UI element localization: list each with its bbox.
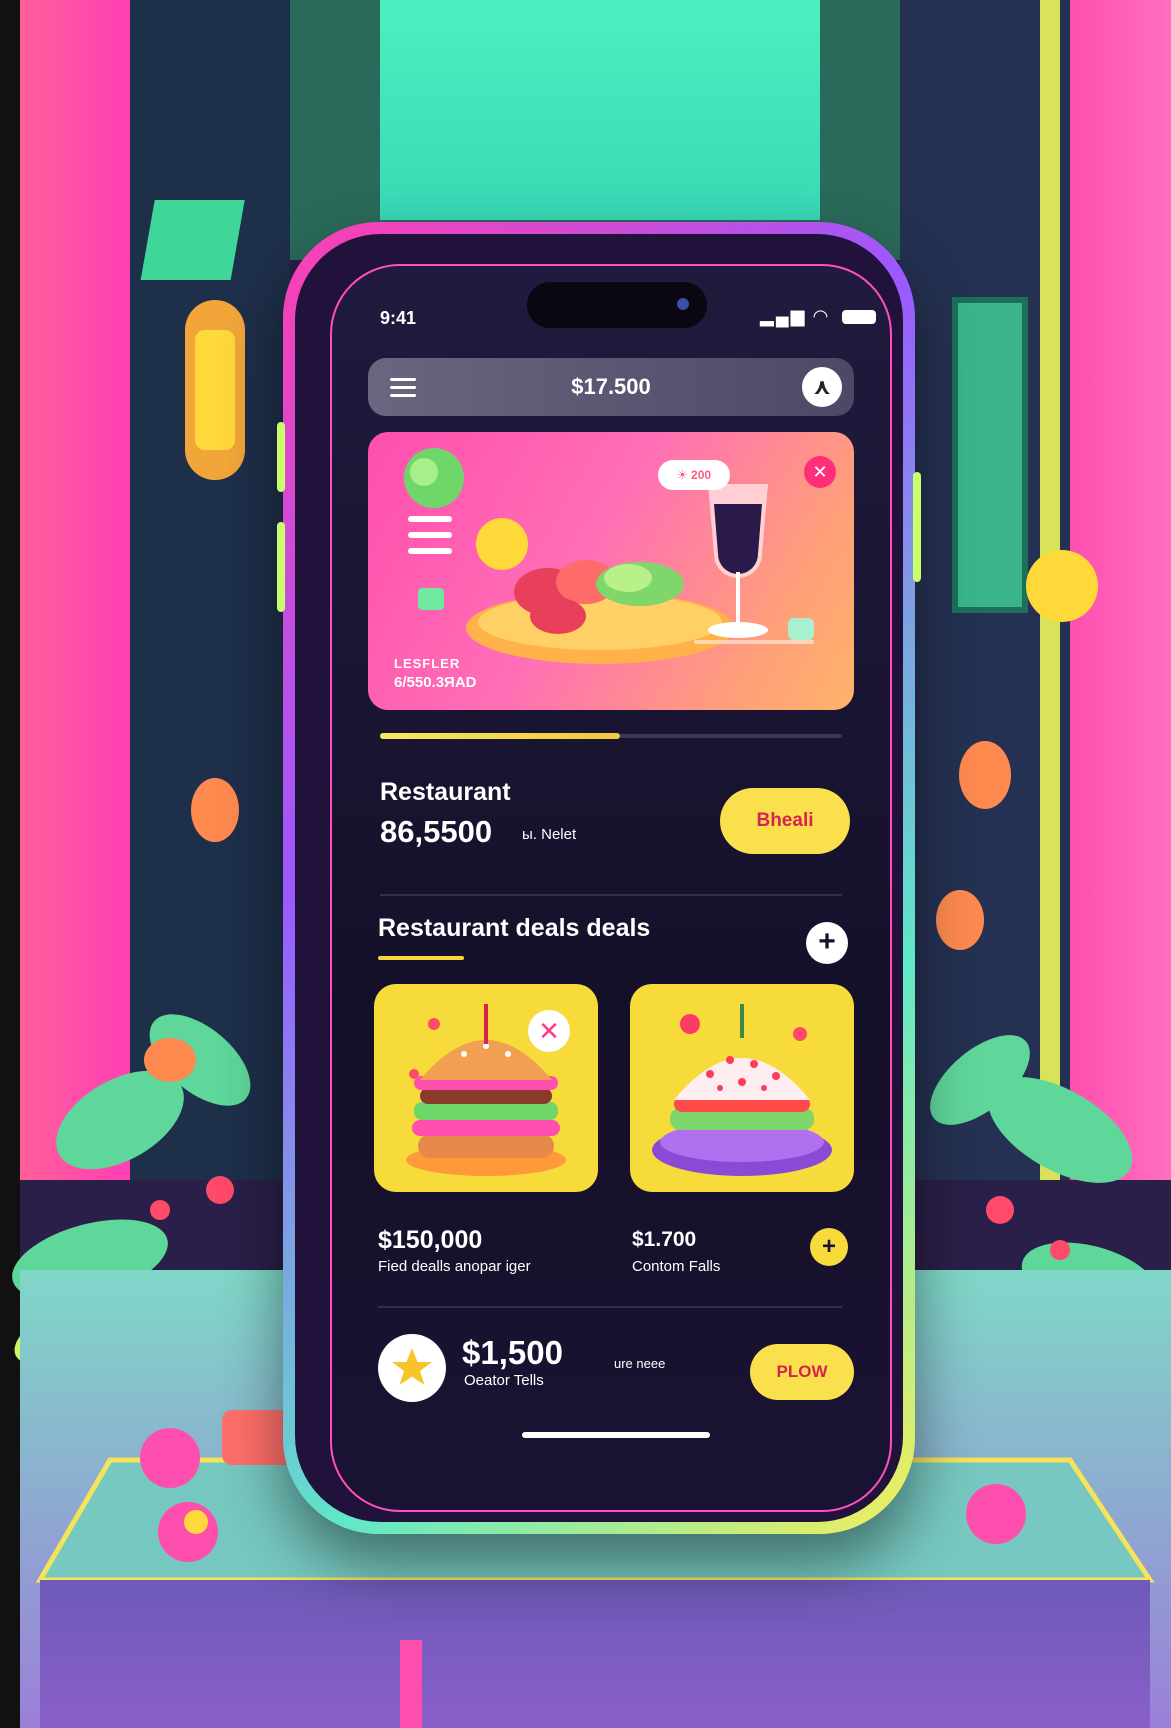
bottom-deal-description: Oeator Tells xyxy=(464,1372,544,1389)
pizza-burger-icon xyxy=(652,1004,832,1176)
restaurant-amount: 86,5500 xyxy=(380,814,493,849)
deal-card-burger[interactable]: ✕ xyxy=(374,984,598,1192)
lambda-icon: ⋏ xyxy=(813,374,831,399)
wifi-icon: ◠ xyxy=(813,306,830,326)
plow-button[interactable]: PLOW xyxy=(750,1344,854,1400)
menu-icon[interactable] xyxy=(390,378,416,397)
restaurant-unit: ы. Nelet xyxy=(522,826,577,843)
app-screen: 9:41 ▂▄▆ ◠ $17.500 ⋏ ☀ 200 ✕ LESFLER 6/5… xyxy=(330,264,892,1512)
progress-bar xyxy=(380,733,842,739)
phone-frame: 9:41 ▂▄▆ ◠ $17.500 ⋏ ☀ 200 ✕ LESFLER 6/5… xyxy=(277,222,921,1534)
phone-bezel: 9:41 ▂▄▆ ◠ $17.500 ⋏ ☀ 200 ✕ LESFLER 6/5… xyxy=(295,234,903,1522)
deal-price: $150,000 xyxy=(378,1226,483,1254)
add-to-cart-button[interactable]: + xyxy=(810,1228,848,1266)
rating-avatar xyxy=(378,1334,446,1402)
balance-amount: $17.500 xyxy=(571,374,651,399)
hero-amount: 6/550.3ЯAD xyxy=(394,674,477,691)
deals-title-underline xyxy=(378,956,464,960)
battery-icon xyxy=(842,310,877,325)
hero-label: LESFLER xyxy=(394,656,461,671)
deal-price: $1.700 xyxy=(632,1228,697,1251)
star-icon xyxy=(392,1348,432,1385)
burger-icon xyxy=(406,1004,566,1176)
bottom-deal-price: $1,500 xyxy=(462,1334,563,1371)
dynamic-island xyxy=(527,282,707,328)
add-deal-button[interactable]: + xyxy=(806,922,848,964)
status-icons: ▂▄▆ ◠ xyxy=(760,306,877,327)
top-bar: $17.500 ⋏ xyxy=(368,358,854,416)
close-icon[interactable]: ✕ xyxy=(804,456,836,488)
restaurant-title: Restaurant xyxy=(380,778,511,806)
home-indicator[interactable] xyxy=(522,1432,710,1438)
deals-section-title: Restaurant deals deals xyxy=(378,914,651,942)
remove-deal-icon[interactable]: ✕ xyxy=(528,1010,570,1052)
deal-description: Fied dealls anopar iger xyxy=(378,1258,531,1275)
restaurant-action-button[interactable]: Bheali xyxy=(720,788,850,854)
volume-up-button xyxy=(277,422,285,492)
hero-badge: ☀ 200 xyxy=(658,460,730,490)
hero-banner[interactable]: ☀ 200 ✕ LESFLER 6/550.3ЯAD xyxy=(368,432,854,710)
volume-down-button xyxy=(277,522,285,612)
camera-dot xyxy=(677,298,689,310)
signal-icon: ▂▄▆ xyxy=(760,306,807,326)
bottom-deal-unit: ure neee xyxy=(614,1356,666,1371)
progress-fill xyxy=(380,733,621,739)
status-time: 9:41 xyxy=(380,308,417,328)
profile-button[interactable]: ⋏ xyxy=(802,367,842,407)
divider xyxy=(380,894,842,896)
deal-description: Contom Falls xyxy=(632,1258,721,1275)
divider xyxy=(378,1306,842,1308)
deal-card-pizza-burger[interactable] xyxy=(630,984,854,1192)
power-button xyxy=(913,472,921,582)
